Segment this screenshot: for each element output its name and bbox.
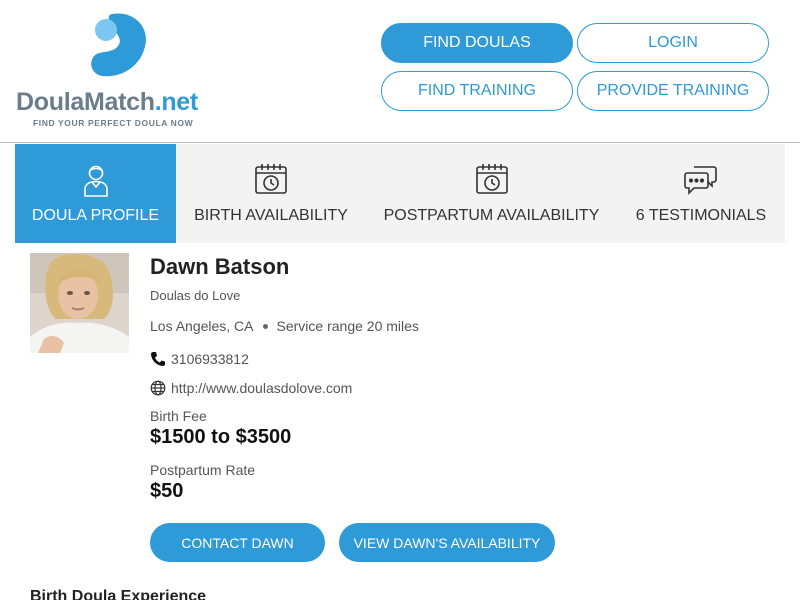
phone-icon <box>150 351 166 367</box>
location-row: Los Angeles, CA Service range 20 miles <box>150 318 419 334</box>
phone-row[interactable]: 3106933812 <box>150 351 249 367</box>
tab-birth-availability[interactable]: BIRTH AVAILABILITY <box>176 144 366 243</box>
separator-dot <box>262 323 268 329</box>
doula-name: Dawn Batson <box>150 254 290 279</box>
site-logo[interactable]: DoulaMatch.net FIND YOUR PERFECT DOULA N… <box>16 12 226 132</box>
logo-wordmark: DoulaMatch.net <box>16 88 198 116</box>
doula-location: Los Angeles, CA <box>150 318 254 334</box>
birth-fee-label: Birth Fee <box>150 408 207 424</box>
find-training-button[interactable]: FIND TRAINING <box>381 71 573 111</box>
doula-organization: Doulas do Love <box>150 288 241 303</box>
logo-mark-icon <box>91 13 146 77</box>
globe-icon <box>150 380 166 396</box>
tab-label: 6 TESTIMONIALS <box>635 207 767 224</box>
birth-doula-experience-heading: Birth Doula Experience <box>30 588 207 600</box>
website-row[interactable]: http://www.doulasdolove.com <box>150 380 352 396</box>
tab-doula-profile[interactable]: DOULA PROFILE <box>15 144 176 243</box>
person-icon <box>83 165 108 197</box>
view-availability-button[interactable]: VIEW DAWN'S AVAILABILITY <box>339 523 555 562</box>
calendar-clock-icon <box>255 164 287 194</box>
doula-phone[interactable]: 3106933812 <box>171 351 249 367</box>
profile-tabs: DOULA PROFILE BIRTH AVAILABILITY POSTPAR… <box>15 144 785 243</box>
chat-bubbles-icon <box>684 166 717 195</box>
contact-doula-button[interactable]: CONTACT DAWN <box>150 523 325 562</box>
service-range: Service range 20 miles <box>276 318 419 334</box>
postpartum-rate-label: Postpartum Rate <box>150 462 256 478</box>
login-button[interactable]: LOGIN <box>577 23 769 63</box>
tab-label: POSTPARTUM AVAILABILITY <box>383 207 600 224</box>
birth-fee-value: $1500 to $3500 <box>150 426 292 448</box>
tab-label: BIRTH AVAILABILITY <box>194 207 348 224</box>
find-doulas-button[interactable]: FIND DOULAS <box>381 23 573 63</box>
postpartum-rate-value: $50 <box>150 480 184 502</box>
tab-label: DOULA PROFILE <box>31 207 160 224</box>
provide-training-button[interactable]: PROVIDE TRAINING <box>577 71 769 111</box>
doula-photo <box>30 253 129 353</box>
tab-postpartum-availability[interactable]: POSTPARTUM AVAILABILITY <box>366 144 617 243</box>
logo-tagline: FIND YOUR PERFECT DOULA NOW <box>33 118 194 128</box>
calendar-clock-icon <box>475 164 508 194</box>
site-header: DoulaMatch.net FIND YOUR PERFECT DOULA N… <box>0 0 800 143</box>
doula-website[interactable]: http://www.doulasdolove.com <box>171 380 352 396</box>
tab-testimonials[interactable]: 6 TESTIMONIALS <box>617 144 785 243</box>
